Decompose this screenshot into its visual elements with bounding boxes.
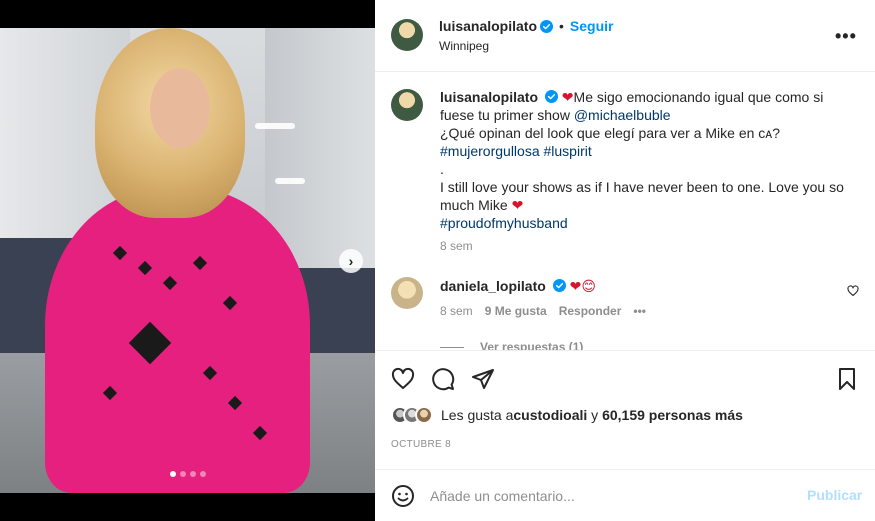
comment-bubble-icon[interactable] xyxy=(431,367,455,391)
carousel-dot xyxy=(200,471,206,477)
caption-line-3: I still love your shows as if I have nev… xyxy=(440,179,844,213)
post-location[interactable]: Winnipeg xyxy=(439,39,489,53)
likes-count[interactable]: 60,159 personas más xyxy=(602,407,743,423)
caption-timestamp[interactable]: 8 sem xyxy=(440,239,473,253)
verified-badge-icon xyxy=(544,90,558,103)
likes-summary: Les gusta a custodioali y 60,159 persona… xyxy=(391,406,743,424)
hashtag-link[interactable]: #proudofmyhusband xyxy=(440,215,568,231)
liked-by-username[interactable]: custodioali xyxy=(513,407,587,423)
post-photo[interactable] xyxy=(0,28,375,493)
share-paper-plane-icon[interactable] xyxy=(471,367,495,391)
instagram-post: › luisanalopilato • Seguir Winnipeg ••• xyxy=(0,0,875,521)
commenter-avatar[interactable] xyxy=(391,277,423,309)
verified-badge-icon xyxy=(540,19,554,33)
like-heart-icon[interactable] xyxy=(391,367,415,391)
photo-figure-dress xyxy=(45,188,310,493)
comment-timestamp[interactable]: 8 sem xyxy=(440,304,473,318)
mention-link[interactable]: @michaelbuble xyxy=(574,107,671,123)
comment-emojis: ❤😊 xyxy=(569,278,596,294)
photo-ceiling-light xyxy=(255,123,295,129)
post-header: luisanalopilato • Seguir Winnipeg ••• xyxy=(375,0,875,72)
commenter-username[interactable]: daniela_lopilato xyxy=(440,278,546,294)
comment-likes[interactable]: 9 Me gusta xyxy=(485,304,547,318)
chevron-right-icon: › xyxy=(348,253,354,269)
post-side-panel: luisanalopilato • Seguir Winnipeg ••• lu… xyxy=(375,0,875,521)
photo-ceiling-light xyxy=(275,178,305,184)
heart-emoji: ❤ xyxy=(561,89,574,105)
likes-middle: y xyxy=(587,407,603,423)
caption-text: luisanalopilato ❤Me sigo emocionando igu… xyxy=(440,88,860,232)
emoji-icon[interactable] xyxy=(391,484,415,508)
post-media: › xyxy=(0,0,375,521)
verified-badge-icon xyxy=(552,279,566,292)
view-replies-button[interactable]: Ver respuestas (1) xyxy=(440,340,583,350)
author-avatar[interactable] xyxy=(391,19,423,51)
hearts-emoji: ❤ xyxy=(511,197,524,213)
post-actions: Les gusta a custodioali y 60,159 persona… xyxy=(375,350,875,520)
comment-more-icon[interactable]: ••• xyxy=(633,304,646,318)
more-options-icon[interactable]: ••• xyxy=(835,26,857,47)
carousel-dot xyxy=(180,471,186,477)
caption-avatar[interactable] xyxy=(391,89,423,121)
separator-bullet: • xyxy=(559,18,564,34)
publish-button[interactable]: Publicar xyxy=(807,487,862,503)
photo-figure-face xyxy=(150,68,210,148)
carousel-indicator xyxy=(170,471,206,477)
comment-text: daniela_lopilato ❤😊 xyxy=(440,278,596,295)
caption-line-2: ¿Qué opinan del look que elegí para ver … xyxy=(440,125,781,141)
heart-icon[interactable] xyxy=(847,285,859,297)
reply-button[interactable]: Responder xyxy=(559,304,622,318)
comment-meta: 8 sem 9 Me gusta Responder ••• xyxy=(440,304,646,318)
follow-button[interactable]: Seguir xyxy=(570,18,614,34)
post-date[interactable]: OCTUBRE 8 xyxy=(391,439,451,450)
next-slide-button[interactable]: › xyxy=(339,249,363,273)
add-comment-bar: Publicar xyxy=(375,469,875,521)
comments-section: luisanalopilato ❤Me sigo emocionando igu… xyxy=(375,73,875,350)
author-username[interactable]: luisanalopilato xyxy=(439,18,537,34)
liker-avatar xyxy=(415,406,433,424)
caption-dot: . xyxy=(440,161,444,177)
save-bookmark-icon[interactable] xyxy=(835,367,859,391)
comment-input[interactable] xyxy=(430,484,800,508)
carousel-dot xyxy=(170,471,176,477)
liker-avatars[interactable] xyxy=(391,406,433,424)
author-name-row: luisanalopilato • Seguir xyxy=(439,18,614,34)
likes-prefix: Les gusta a xyxy=(441,407,514,423)
caption-username[interactable]: luisanalopilato xyxy=(440,89,538,105)
hashtags-link[interactable]: #mujerorgullosa #luspirit xyxy=(440,143,592,159)
carousel-dot xyxy=(190,471,196,477)
